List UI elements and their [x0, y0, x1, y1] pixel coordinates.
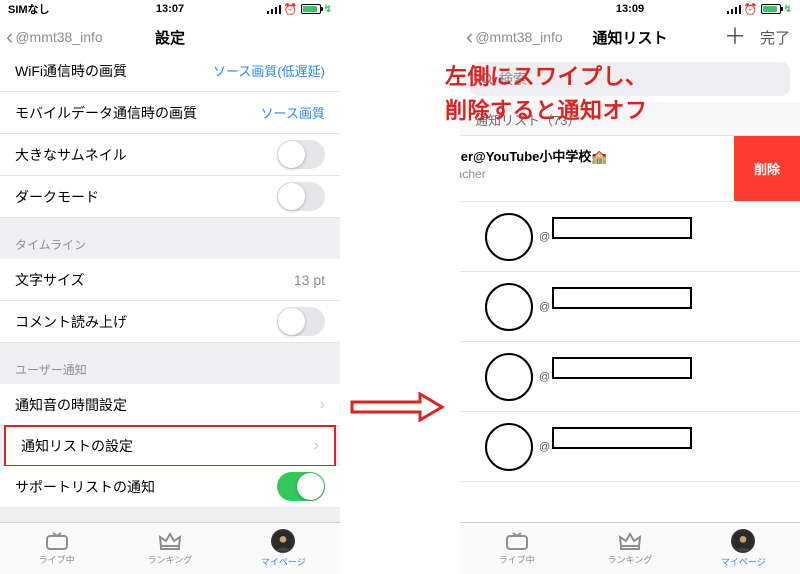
avatar-placeholder	[485, 213, 533, 261]
row-value: ソース画質(低遅延)	[213, 61, 325, 80]
settings-list: WiFi通信時の画質 ソース画質(低遅延) モバイルデータ通信時の画質 ソース画…	[0, 56, 340, 522]
battery-icon	[301, 4, 321, 14]
at-sign: @	[539, 231, 550, 243]
tv-icon	[505, 531, 529, 551]
row-mobile-quality[interactable]: モバイルデータ通信時の画質 ソース画質	[0, 92, 340, 134]
row-big-thumb[interactable]: 大きなサムネイル	[0, 134, 340, 176]
row-value: ソース画質	[261, 103, 325, 122]
arrow-annotation	[350, 392, 445, 422]
clock: 13:09	[460, 3, 800, 15]
avatar-icon	[271, 529, 295, 553]
tab-mypage[interactable]: マイページ	[687, 523, 800, 574]
at-sign: @	[539, 441, 550, 453]
row-label: 文字サイズ	[15, 270, 85, 290]
section-timeline: タイムライン	[0, 218, 340, 259]
search-placeholder: 検索	[499, 69, 527, 89]
chevron-right-icon: ›	[320, 396, 325, 414]
row-label: モバイルデータ通信時の画質	[15, 103, 197, 123]
list-item[interactable]: @	[460, 412, 800, 482]
list-item[interactable]: @	[460, 202, 800, 272]
tab-live[interactable]: ライブ中	[460, 523, 573, 574]
row-support-list[interactable]: サポートリストの通知	[0, 466, 340, 508]
redacted-name	[552, 427, 692, 449]
toggle-off[interactable]	[277, 182, 325, 211]
nav-bar: ‹ @mmt38_info 通知リスト ＋ 完了	[460, 18, 800, 56]
chevron-right-icon: ›	[314, 437, 319, 455]
row-tts[interactable]: コメント読み上げ	[0, 301, 340, 343]
tab-label: マイページ	[721, 555, 766, 568]
delete-button[interactable]: 削除	[734, 136, 800, 201]
done-button[interactable]: 完了	[760, 27, 790, 48]
status-bar: SIMなし 13:07 ⏰ ↯	[0, 0, 340, 18]
list-item[interactable]: @	[460, 272, 800, 342]
row-label: 通知音の時間設定	[15, 395, 127, 415]
tab-live[interactable]: ライブ中	[0, 523, 113, 574]
tab-ranking[interactable]: ランキング	[573, 523, 686, 574]
clock: 13:07	[0, 3, 340, 15]
row-wifi-quality[interactable]: WiFi通信時の画質 ソース画質(低遅延)	[0, 56, 340, 92]
signal-icon	[727, 5, 741, 14]
row-value: 13 pt	[294, 272, 325, 288]
row-label: コメント読み上げ	[15, 312, 127, 332]
avatar-placeholder	[485, 423, 533, 471]
left-phone: SIMなし 13:07 ⏰ ↯ ‹ @mmt38_info 設定 WiFi通信時…	[0, 0, 340, 574]
add-icon[interactable]: ＋	[724, 26, 746, 48]
tab-label: ライブ中	[499, 553, 535, 566]
list-item-swiped[interactable]: M-Teacher@YouTube小中学校🏫 mmt38teacher 削除	[460, 136, 734, 202]
right-phone: 13:09 ⏰ ↯ ‹ @mmt38_info 通知リスト ＋ 完了 検索 通知…	[460, 0, 800, 574]
redacted-name	[552, 287, 692, 309]
tab-label: ライブ中	[39, 553, 75, 566]
tab-label: ランキング	[608, 553, 653, 566]
crown-icon	[158, 531, 182, 551]
section-user-notif: ユーザー通知	[0, 343, 340, 384]
at-sign: @	[539, 371, 550, 383]
row-notif-list[interactable]: 通知リストの設定 ›	[4, 425, 336, 467]
tab-mypage[interactable]: マイページ	[227, 523, 340, 574]
tab-bar: ライブ中 ランキング マイページ	[460, 522, 800, 574]
row-label: サポートリストの通知	[15, 477, 155, 497]
nav-title: 設定	[0, 27, 340, 48]
redacted-name	[552, 357, 692, 379]
row-dark-mode[interactable]: ダークモード	[0, 176, 340, 218]
row-label: 大きなサムネイル	[15, 145, 127, 165]
row-label: ダークモード	[15, 187, 99, 207]
at-sign: @	[539, 301, 550, 313]
nav-bar: ‹ @mmt38_info 設定	[0, 18, 340, 56]
avatar-placeholder	[485, 283, 533, 331]
list-header: 通知リスト（73）	[460, 102, 800, 136]
search-icon	[480, 72, 494, 86]
toggle-on[interactable]	[277, 472, 325, 501]
tv-icon	[45, 531, 69, 551]
row-font-size[interactable]: 文字サイズ 13 pt	[0, 259, 340, 301]
row-sound-time[interactable]: 通知音の時間設定 ›	[0, 384, 340, 426]
row-label: WiFi通信時の画質	[15, 61, 127, 81]
list-item[interactable]: @	[460, 342, 800, 412]
row-label: 通知リストの設定	[21, 436, 133, 456]
item-handle: mmt38teacher	[460, 167, 719, 181]
item-name: M-Teacher@YouTube小中学校🏫	[460, 146, 719, 165]
crown-icon	[618, 531, 642, 551]
tab-label: ランキング	[148, 553, 193, 566]
search-input[interactable]: 検索	[470, 62, 790, 96]
redacted-name	[552, 217, 692, 239]
tab-ranking[interactable]: ランキング	[113, 523, 226, 574]
tab-bar: ライブ中 ランキング マイページ	[0, 522, 340, 574]
toggle-off[interactable]	[277, 140, 325, 169]
status-bar: 13:09 ⏰ ↯	[460, 0, 800, 18]
section-search: 検索設定	[0, 508, 340, 522]
signal-icon	[267, 5, 281, 14]
tab-label: マイページ	[261, 555, 306, 568]
battery-icon	[761, 4, 781, 14]
toggle-off[interactable]	[277, 307, 325, 336]
avatar-placeholder	[485, 353, 533, 401]
avatar-icon	[731, 529, 755, 553]
